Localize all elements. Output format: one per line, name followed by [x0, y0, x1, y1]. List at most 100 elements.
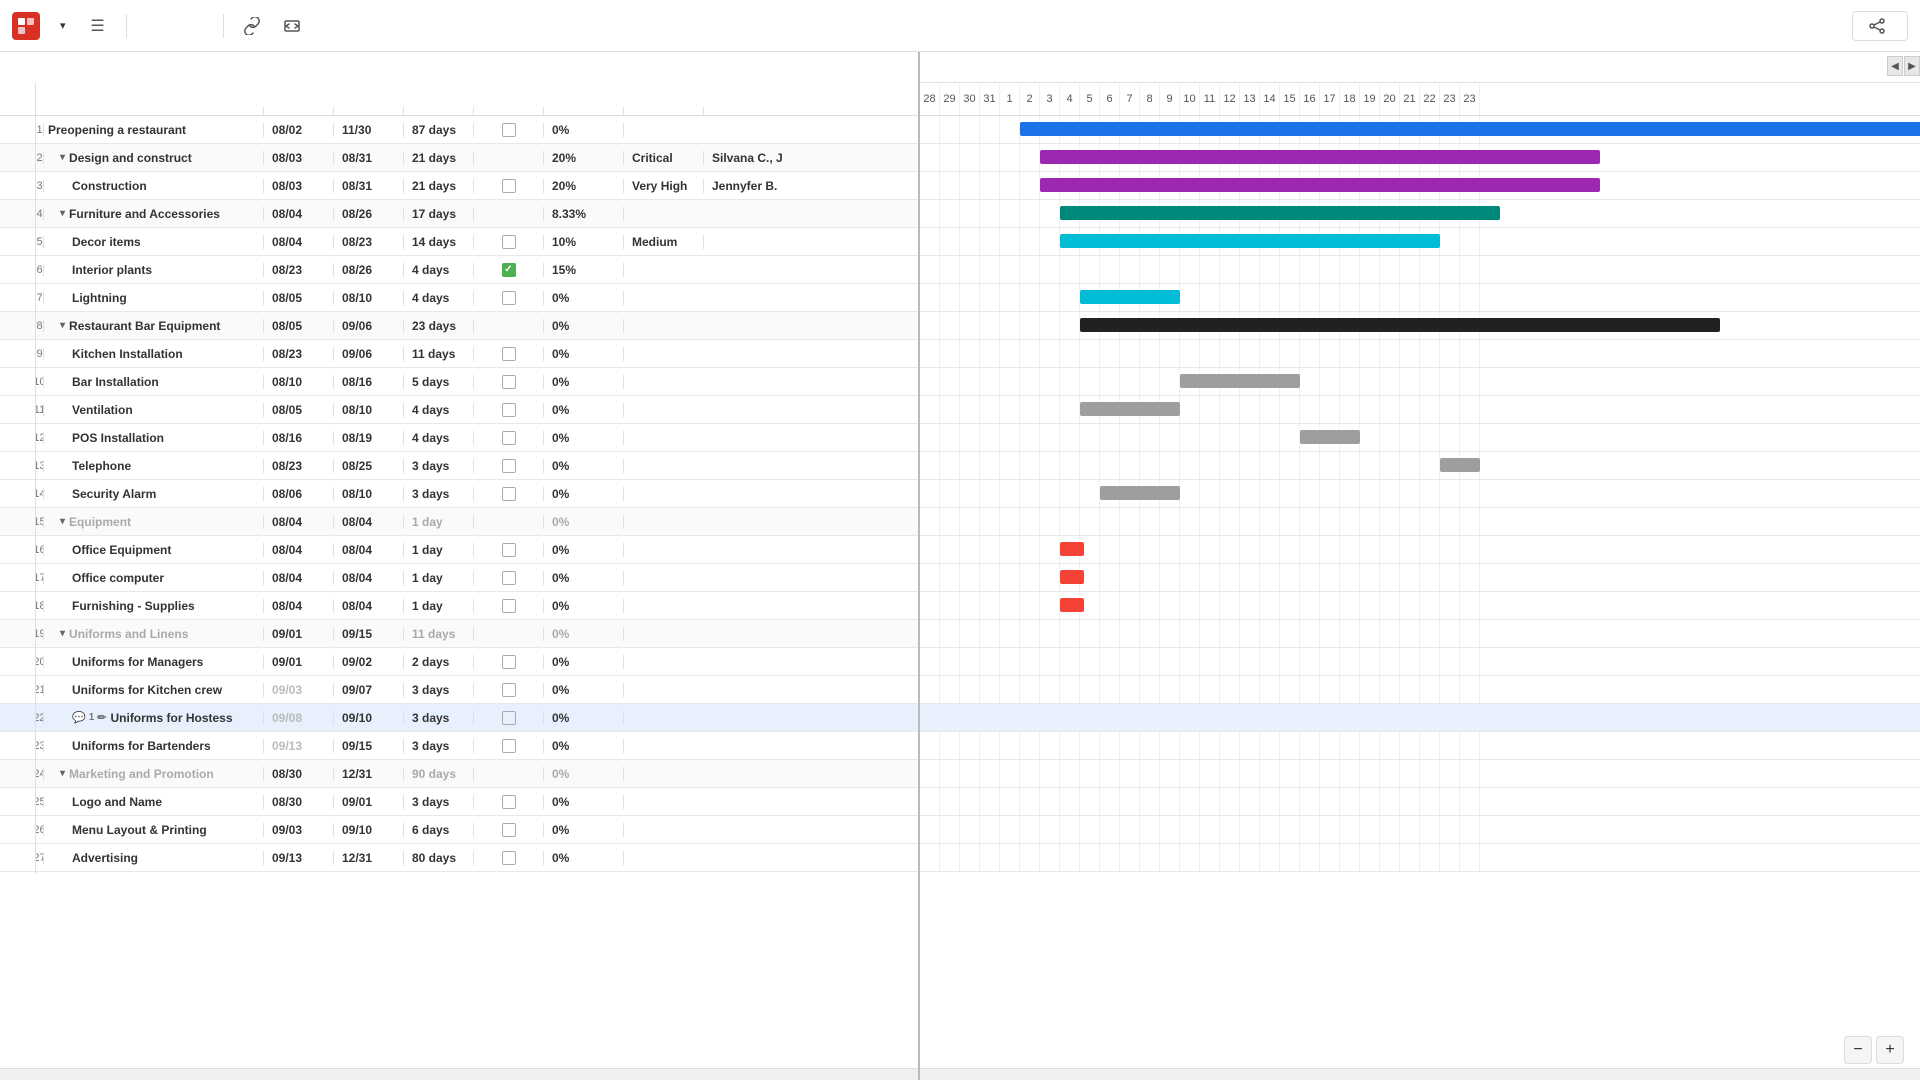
task-name-cell[interactable]: Logo and Name [44, 795, 264, 809]
milestone-checkbox[interactable] [502, 711, 516, 725]
group-toggle[interactable]: ▾ [60, 320, 65, 331]
row-selector[interactable] [0, 842, 36, 874]
end-cell[interactable]: 09/10 [334, 711, 404, 725]
duration-cell[interactable]: 2 days [404, 655, 474, 669]
table-row[interactable]: 6 Interior plants 08/23 08/26 4 days ✓ 1… [0, 256, 918, 284]
gantt-bar[interactable] [1080, 318, 1720, 332]
milestone-checkbox[interactable] [502, 375, 516, 389]
completion-cell[interactable]: 20% [544, 179, 624, 193]
completion-cell[interactable]: 0% [544, 739, 624, 753]
duration-cell[interactable]: 11 days [404, 627, 474, 641]
gantt-bar[interactable] [1060, 234, 1440, 248]
completion-cell[interactable]: 0% [544, 319, 624, 333]
milestone-cell[interactable] [474, 711, 544, 725]
completion-cell[interactable]: 0% [544, 515, 624, 529]
gantt-row[interactable] [920, 536, 1920, 564]
start-cell[interactable]: 08/04 [264, 571, 334, 585]
task-name-cell[interactable]: Advertising [44, 851, 264, 865]
milestone-cell[interactable] [474, 347, 544, 361]
completion-cell[interactable]: 8.33% [544, 207, 624, 221]
milestone-cell[interactable] [474, 795, 544, 809]
table-row[interactable]: 18 Furnishing - Supplies 08/04 08/04 1 d… [0, 592, 918, 620]
end-cell[interactable]: 12/31 [334, 767, 404, 781]
end-cell[interactable]: 08/25 [334, 459, 404, 473]
task-name-cell[interactable]: Decor items [44, 235, 264, 249]
gantt-bar[interactable] [1060, 570, 1084, 584]
duration-cell[interactable]: 87 days [404, 123, 474, 137]
priority-cell[interactable]: Very High [624, 179, 704, 193]
gantt-row[interactable] [920, 144, 1920, 172]
end-cell[interactable]: 09/10 [334, 823, 404, 837]
end-cell[interactable]: 09/06 [334, 319, 404, 333]
gantt-row[interactable] [920, 452, 1920, 480]
milestone-checkbox[interactable] [502, 571, 516, 585]
duration-cell[interactable]: 3 days [404, 683, 474, 697]
duration-cell[interactable]: 11 days [404, 347, 474, 361]
milestone-cell[interactable] [474, 655, 544, 669]
completion-cell[interactable]: 0% [544, 599, 624, 613]
assigned-header[interactable] [704, 107, 804, 115]
milestone-checkbox[interactable] [502, 543, 516, 557]
completion-cell[interactable]: 0% [544, 403, 624, 417]
duration-cell[interactable]: 90 days [404, 767, 474, 781]
task-name-cell[interactable]: ▾ Design and construct [44, 151, 264, 165]
start-cell[interactable]: 08/04 [264, 235, 334, 249]
task-name-cell[interactable]: 💬 1 ✏ Uniforms for Hostess [44, 711, 264, 725]
duration-header[interactable] [404, 107, 474, 115]
gantt-row[interactable] [920, 368, 1920, 396]
milestone-cell[interactable] [474, 459, 544, 473]
share-button[interactable] [1852, 11, 1908, 41]
gantt-right-arrow[interactable]: ▶ [1904, 56, 1920, 76]
end-cell[interactable]: 09/01 [334, 795, 404, 809]
milestone-checkbox[interactable] [502, 851, 516, 865]
task-name-cell[interactable]: Uniforms for Bartenders [44, 739, 264, 753]
priority-cell[interactable]: Medium [624, 235, 704, 249]
gantt-bar[interactable] [1100, 486, 1180, 500]
milestone-cell[interactable] [474, 515, 544, 529]
completion-cell[interactable]: 0% [544, 543, 624, 557]
task-name-cell[interactable]: Security Alarm [44, 487, 264, 501]
milestone-cell[interactable] [474, 375, 544, 389]
end-cell[interactable]: 08/10 [334, 487, 404, 501]
gantt-left-arrow[interactable]: ◀ [1887, 56, 1903, 76]
gantt-bar[interactable] [1060, 542, 1084, 556]
milestone-checkbox[interactable] [502, 347, 516, 361]
gantt-bar[interactable] [1080, 290, 1180, 304]
end-cell[interactable]: 09/15 [334, 627, 404, 641]
group-toggle[interactable]: ▾ [60, 152, 65, 163]
zoom-out-button[interactable]: − [1844, 1036, 1872, 1064]
gantt-bar[interactable] [1060, 206, 1500, 220]
milestone-cell[interactable] [474, 403, 544, 417]
table-row[interactable]: 21 Uniforms for Kitchen crew 09/03 09/07… [0, 676, 918, 704]
gantt-row[interactable] [920, 676, 1920, 704]
milestone-cell[interactable] [474, 571, 544, 585]
gantt-bar[interactable] [1080, 402, 1180, 416]
milestone-checkbox[interactable] [502, 403, 516, 417]
completion-cell[interactable]: 0% [544, 123, 624, 137]
duration-cell[interactable]: 1 day [404, 599, 474, 613]
table-row[interactable]: 19 ▾ Uniforms and Linens 09/01 09/15 11 … [0, 620, 918, 648]
completion-cell[interactable]: 10% [544, 235, 624, 249]
completion-cell[interactable]: 0% [544, 851, 624, 865]
milestone-cell[interactable] [474, 823, 544, 837]
task-name-cell[interactable]: Construction [44, 179, 264, 193]
end-cell[interactable]: 08/10 [334, 403, 404, 417]
start-cell[interactable]: 08/23 [264, 347, 334, 361]
milestone-cell[interactable]: ✓ [474, 263, 544, 277]
table-row[interactable]: 9 Kitchen Installation 08/23 09/06 11 da… [0, 340, 918, 368]
all-column-header[interactable] [0, 83, 36, 115]
duration-cell[interactable]: 4 days [404, 403, 474, 417]
milestone-checkbox[interactable] [502, 291, 516, 305]
gantt-bar[interactable] [1060, 598, 1084, 612]
table-row[interactable]: 14 Security Alarm 08/06 08/10 3 days 0% [0, 480, 918, 508]
start-cell[interactable]: 08/16 [264, 431, 334, 445]
duration-cell[interactable]: 3 days [404, 795, 474, 809]
table-row[interactable]: 27 Advertising 09/13 12/31 80 days 0% [0, 844, 918, 872]
gantt-bar[interactable] [1440, 458, 1480, 472]
start-cell[interactable]: 08/05 [264, 403, 334, 417]
group-toggle[interactable]: ▾ [60, 628, 65, 639]
duration-cell[interactable]: 17 days [404, 207, 474, 221]
project-title[interactable]: ▾ [48, 15, 74, 36]
task-name-cell[interactable]: ▾ Furniture and Accessories [44, 207, 264, 221]
milestone-header[interactable] [474, 107, 544, 115]
